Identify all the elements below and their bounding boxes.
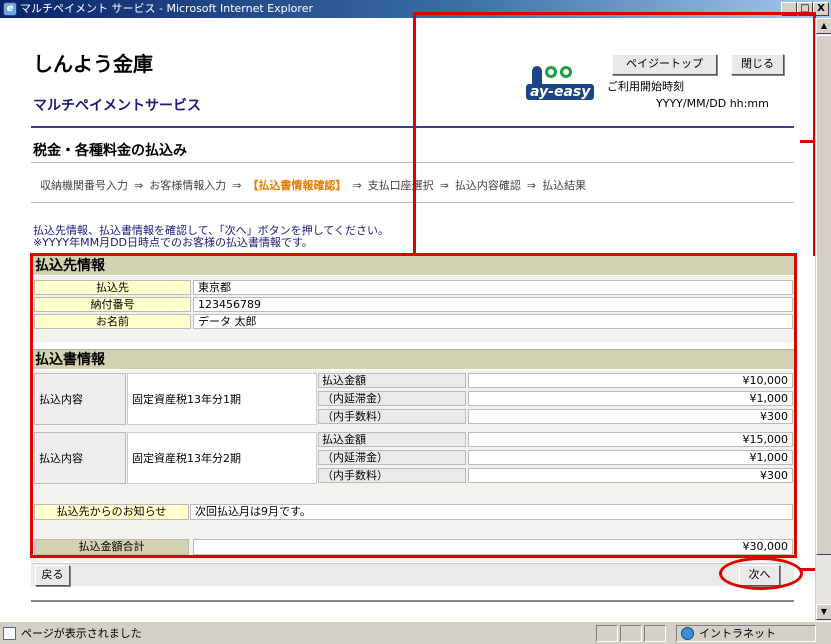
footer-divider bbox=[31, 600, 794, 602]
back-button[interactable]: 戻る bbox=[35, 565, 70, 586]
status-pane bbox=[620, 625, 642, 642]
step-1: 収納機関番号入力 bbox=[40, 179, 128, 192]
annotation-next-highlight bbox=[719, 557, 803, 590]
scroll-up-icon[interactable]: ▲ bbox=[816, 18, 831, 34]
status-pane bbox=[644, 625, 666, 642]
status-text: ページが表示されました bbox=[21, 627, 142, 640]
step-arrow: ⇒ bbox=[352, 179, 362, 192]
instruction-line-2: ※YYYY年MM月DD日時点でのお客様の払込書情報です。 bbox=[33, 236, 313, 249]
security-zone: イントラネット bbox=[676, 625, 816, 642]
step-3-current: 【払込書情報確認】 bbox=[247, 179, 347, 192]
zone-label: イントラネット bbox=[699, 627, 776, 640]
ie-icon: e bbox=[3, 2, 17, 16]
status-message: ページが表示されました bbox=[3, 625, 142, 642]
scroll-down-icon[interactable]: ▼ bbox=[816, 604, 831, 620]
intranet-icon bbox=[681, 627, 694, 640]
step-2: お客様情報入力 bbox=[149, 179, 227, 192]
page-icon bbox=[3, 627, 16, 640]
window-title: マルチペイメント サービス - Microsoft Internet Explo… bbox=[20, 2, 313, 15]
vertical-scrollbar[interactable]: ▲ ▼ bbox=[815, 18, 831, 621]
scroll-thumb[interactable] bbox=[816, 35, 831, 555]
statusbar: ページが表示されました イントラネット bbox=[0, 621, 831, 644]
instructions: 払込先情報、払込書情報を確認して、「次へ」ボタンを押してください。 ※YYYY年… bbox=[33, 225, 389, 249]
step-arrow: ⇒ bbox=[134, 179, 144, 192]
annotation-box-main bbox=[30, 253, 797, 558]
action-bar bbox=[31, 563, 794, 586]
annotation-box-top bbox=[413, 12, 816, 256]
status-pane bbox=[596, 625, 618, 642]
bank-name: しんよう金庫 bbox=[33, 52, 153, 76]
service-name: マルチペイメントサービス bbox=[33, 98, 201, 114]
step-arrow: ⇒ bbox=[232, 179, 242, 192]
page-title: 税金・各種料金の払込み bbox=[33, 143, 187, 159]
